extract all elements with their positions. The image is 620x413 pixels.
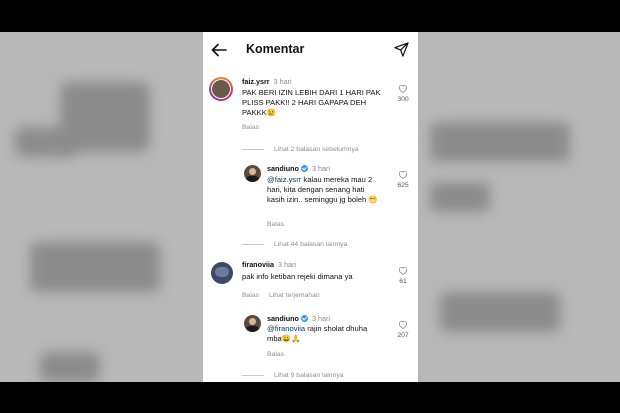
view-more-label[interactable]: Lihat 44 balasan lainnya bbox=[274, 241, 347, 248]
avatar[interactable] bbox=[211, 262, 233, 284]
view-previous-replies[interactable]: Lihat 2 balasan sebelumnya bbox=[242, 146, 359, 153]
view-more-replies[interactable]: Lihat 44 balasan lainnya bbox=[242, 241, 347, 248]
background-blob bbox=[15, 127, 75, 157]
like-count: 207 bbox=[397, 332, 409, 339]
background-blob bbox=[40, 352, 100, 382]
comment-text: PAK BERI IZIN LEBIH DARI 1 HARI PAK PLIS… bbox=[242, 88, 381, 117]
heart-icon[interactable] bbox=[398, 84, 408, 93]
background-blob bbox=[430, 122, 570, 162]
comment-username[interactable]: sandiuno 3 hari bbox=[267, 314, 330, 323]
divider bbox=[242, 374, 264, 376]
divider bbox=[242, 243, 264, 245]
reply-button[interactable]: Balas bbox=[267, 221, 284, 228]
comment-username[interactable]: firanoviia 3 hari bbox=[242, 260, 296, 269]
background-blob bbox=[430, 182, 490, 212]
heart-icon[interactable] bbox=[398, 170, 408, 179]
view-previous-label[interactable]: Lihat 2 balasan sebelumnya bbox=[274, 146, 359, 153]
like-button[interactable]: 61 bbox=[390, 266, 416, 285]
mention-link[interactable]: @faiz.ysrr bbox=[267, 175, 301, 184]
see-translation-button[interactable]: Lihat terjemahan bbox=[269, 292, 320, 299]
send-icon[interactable] bbox=[394, 42, 409, 57]
username-text[interactable]: faiz.ysrr bbox=[242, 77, 270, 86]
like-count: 625 bbox=[397, 182, 409, 189]
comment-text: pak info ketiban rejeki dimana ya bbox=[242, 272, 353, 281]
background-blob bbox=[440, 292, 560, 332]
like-count: 61 bbox=[399, 278, 407, 285]
reply-button[interactable]: Balas bbox=[242, 124, 259, 131]
comment-text: @firanoviia rajin sholat dhuha mba😀🙏 bbox=[267, 324, 379, 344]
comments-panel: Komentar faiz.ysrr 3 hari PAK BERI IZIN L… bbox=[203, 32, 418, 382]
comment-time: 3 hari bbox=[273, 77, 292, 86]
comment-text: @faiz.ysrr kalau mereka mau 2 hari, kita… bbox=[267, 175, 379, 205]
like-button[interactable]: 207 bbox=[390, 320, 416, 339]
verified-badge-icon bbox=[300, 165, 308, 172]
view-more-label[interactable]: Lihat 9 balasan lainnya bbox=[274, 372, 344, 379]
mention-link[interactable]: @firanoviia bbox=[267, 324, 305, 333]
like-button[interactable]: 300 bbox=[390, 84, 416, 103]
username-text[interactable]: sandiuno bbox=[267, 314, 299, 323]
like-count: 300 bbox=[397, 96, 409, 103]
comment-username[interactable]: faiz.ysrr 3 hari bbox=[242, 77, 292, 86]
back-arrow-icon[interactable] bbox=[211, 43, 227, 57]
avatar[interactable] bbox=[244, 165, 261, 182]
heart-icon[interactable] bbox=[398, 320, 408, 329]
comments-header: Komentar bbox=[203, 32, 418, 68]
view-more-replies[interactable]: Lihat 9 balasan lainnya bbox=[242, 372, 344, 379]
username-text[interactable]: firanoviia bbox=[242, 260, 274, 269]
page-title: Komentar bbox=[246, 42, 305, 56]
comment-time: 3 hari bbox=[311, 314, 330, 323]
username-text[interactable]: sandiuno bbox=[267, 164, 299, 173]
avatar[interactable] bbox=[209, 77, 233, 101]
divider bbox=[242, 148, 264, 150]
avatar[interactable] bbox=[244, 315, 261, 332]
like-button[interactable]: 625 bbox=[390, 170, 416, 189]
background-blob bbox=[30, 242, 160, 292]
heart-icon[interactable] bbox=[398, 266, 408, 275]
comment-time: 3 hari bbox=[311, 164, 330, 173]
comment-time: 3 hari bbox=[277, 260, 296, 269]
verified-badge-icon bbox=[300, 315, 308, 322]
comment-username[interactable]: sandiuno 3 hari bbox=[267, 164, 330, 173]
reply-button[interactable]: Balas bbox=[242, 292, 259, 299]
reply-button[interactable]: Balas bbox=[267, 351, 284, 358]
